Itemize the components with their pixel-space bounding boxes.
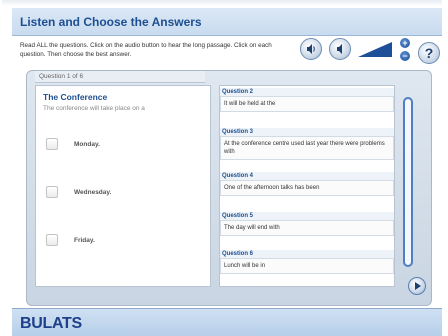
next-button[interactable] xyxy=(408,277,426,295)
question-text: It will be held at the xyxy=(220,96,394,112)
option-label: Monday. xyxy=(74,140,100,148)
footer-bar: BULATS xyxy=(12,308,442,336)
help-button[interactable]: ? xyxy=(418,42,440,64)
current-question-panel: The Conference The conference will take … xyxy=(35,85,211,287)
page-title: Listen and Choose the Answers xyxy=(20,15,202,29)
question-list: Question 2 It will be held at the Questi… xyxy=(219,85,395,287)
option-label: Friday. xyxy=(74,236,95,244)
brand-logo: BULATS xyxy=(20,315,82,332)
option-label: Wednesday. xyxy=(74,188,112,196)
volume-level-icon xyxy=(358,42,392,57)
question-item[interactable]: Question 6 Lunch will be in xyxy=(220,250,394,274)
question-item[interactable]: Question 2 It will be held at the xyxy=(220,88,394,112)
question-item[interactable]: Question 4 One of the afternoon talks ha… xyxy=(220,172,394,196)
speaker-icon xyxy=(307,44,315,54)
question-label: Question 2 xyxy=(220,88,394,96)
question-text: One of the afternoon talks has been xyxy=(220,180,394,196)
answer-option[interactable]: Wednesday. xyxy=(46,186,111,198)
scrollbar[interactable] xyxy=(403,97,413,267)
answer-checkbox[interactable] xyxy=(46,186,58,198)
question-label: Question 5 xyxy=(220,212,394,220)
question-text: The day will end with xyxy=(220,220,394,236)
answer-checkbox[interactable] xyxy=(46,234,58,246)
question-label: Question 6 xyxy=(220,250,394,258)
app-window: Listen and Choose the Answers Read ALL t… xyxy=(0,0,448,336)
replay-audio-button[interactable] xyxy=(329,38,351,60)
question-item[interactable]: Question 3 At the conference centre used… xyxy=(220,128,394,160)
play-audio-button[interactable] xyxy=(300,38,322,60)
question-text: Lunch will be in xyxy=(220,258,394,274)
volume-down-button[interactable]: − xyxy=(400,51,410,61)
question-area: Question 1 of 6 The Conference The confe… xyxy=(26,70,432,306)
question-label: Question 4 xyxy=(220,172,394,180)
instructions-text: Read ALL the questions. Click on the aud… xyxy=(20,42,272,58)
question-label: Question 3 xyxy=(220,128,394,136)
answer-option[interactable]: Monday. xyxy=(46,138,100,150)
question-text: At the conference centre used last year … xyxy=(220,136,394,160)
question-counter: Question 1 of 6 xyxy=(35,71,205,83)
question-stem: The conference will take place on a xyxy=(43,105,145,112)
title-bar: Listen and Choose the Answers xyxy=(12,8,442,36)
question-item[interactable]: Question 5 The day will end with xyxy=(220,212,394,236)
speaker-icon xyxy=(337,44,342,54)
answer-option[interactable]: Friday. xyxy=(46,234,95,246)
passage-title: The Conference xyxy=(43,92,108,102)
window-top-edge xyxy=(2,0,442,6)
answer-checkbox[interactable] xyxy=(46,138,58,150)
volume-up-button[interactable]: + xyxy=(400,38,410,48)
